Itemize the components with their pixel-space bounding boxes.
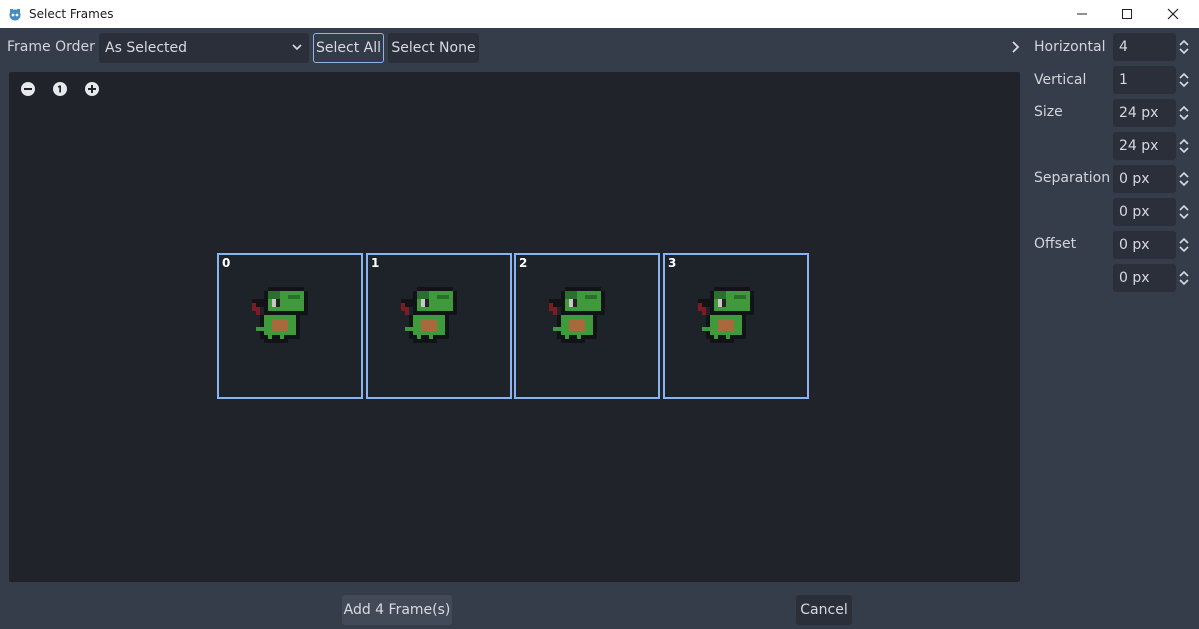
sprite-pixel xyxy=(577,335,581,339)
sprite-pixel xyxy=(417,335,421,339)
horizontal-input[interactable]: 4 xyxy=(1113,33,1176,61)
dino-sprite xyxy=(252,287,308,343)
sprite-pixel xyxy=(268,335,272,339)
maximize-icon xyxy=(1122,9,1132,19)
size-y-input[interactable]: 24 px xyxy=(1113,132,1176,160)
sprite-pixel xyxy=(565,291,577,299)
sprite-pixel xyxy=(734,295,746,299)
sprite-pixel xyxy=(417,287,453,291)
zoom-out-icon[interactable] xyxy=(20,81,36,97)
frame-index: 3 xyxy=(668,256,677,270)
horizontal-label: Horizontal xyxy=(1034,39,1106,55)
spin-arrows-icon[interactable] xyxy=(1178,269,1190,287)
sprite-pixel xyxy=(268,291,280,299)
sprite-pixel xyxy=(252,303,256,311)
zoom-reset-icon[interactable] xyxy=(52,81,68,97)
sprite-pixel xyxy=(565,287,601,291)
vertical-input[interactable]: 1 xyxy=(1113,66,1176,94)
sprite-pixel xyxy=(714,335,718,339)
sprite-pixel xyxy=(702,307,706,315)
chevron-down-icon xyxy=(292,44,302,51)
sprite-pixel xyxy=(417,291,429,299)
title-bar: Select Frames xyxy=(0,0,1199,28)
sprite-pixel xyxy=(421,319,437,331)
add-frames-button[interactable]: Add 4 Frame(s) xyxy=(342,595,452,625)
sprite-frame[interactable]: 1 xyxy=(366,253,512,399)
sprite-pixel xyxy=(714,291,726,299)
offset-x-input[interactable]: 0 px xyxy=(1113,231,1176,259)
sprite-pixel xyxy=(573,299,577,307)
dino-sprite xyxy=(698,287,754,343)
size-label: Size xyxy=(1034,104,1063,120)
sprite-pixel xyxy=(702,327,714,331)
sprite-pixel xyxy=(276,299,280,307)
size-x-input[interactable]: 24 px xyxy=(1113,99,1176,127)
zoom-in-icon[interactable] xyxy=(84,81,100,97)
close-icon xyxy=(1167,8,1179,20)
sprite-pixel xyxy=(256,327,268,331)
sprite-frame[interactable]: 3 xyxy=(663,253,809,399)
spin-arrows-icon[interactable] xyxy=(1178,203,1190,221)
minimize-icon xyxy=(1077,13,1087,15)
sprite-pixel xyxy=(553,327,565,331)
sprite-pixel xyxy=(722,299,726,307)
frame-index: 2 xyxy=(519,256,528,270)
sprite-pixel xyxy=(425,299,429,307)
sprite-pixel xyxy=(268,287,304,291)
maximize-button[interactable] xyxy=(1104,0,1150,28)
select-all-button[interactable]: Select All xyxy=(313,33,384,63)
offset-y-input[interactable]: 0 px xyxy=(1113,264,1176,292)
dino-sprite xyxy=(549,287,605,343)
spin-arrows-icon[interactable] xyxy=(1178,38,1190,56)
sprite-pixel xyxy=(585,295,597,299)
sprite-pixel xyxy=(561,335,585,343)
godot-icon xyxy=(9,9,21,21)
sprite-pixel xyxy=(698,303,702,311)
sprite-pixel xyxy=(405,307,409,315)
separation-label: Separation xyxy=(1034,170,1111,186)
spin-arrows-icon[interactable] xyxy=(1178,137,1190,155)
sprite-frame[interactable]: 0 xyxy=(217,253,363,399)
sprite-pixel xyxy=(401,303,405,311)
sprite-pixel xyxy=(288,295,300,299)
sprite-pixel xyxy=(437,295,449,299)
cancel-button[interactable]: Cancel xyxy=(796,595,852,625)
close-button[interactable] xyxy=(1150,0,1196,28)
vertical-label: Vertical xyxy=(1034,72,1087,88)
sprite-pixel xyxy=(710,335,734,343)
sprite-pixel xyxy=(272,319,288,331)
sprite-pixel xyxy=(726,335,730,339)
texture-canvas[interactable]: 0 1 2 3 xyxy=(9,72,1020,582)
sprite-pixel xyxy=(256,307,260,315)
frame-order-value: As Selected xyxy=(105,40,188,56)
frame-order-dropdown[interactable]: As Selected xyxy=(99,33,309,63)
select-none-button[interactable]: Select None xyxy=(388,33,479,63)
frame-index: 1 xyxy=(371,256,380,270)
chevron-right-icon[interactable] xyxy=(1009,39,1021,55)
frame-order-label: Frame Order xyxy=(7,39,95,55)
sprite-pixel xyxy=(405,327,417,331)
sprite-pixel xyxy=(413,335,437,343)
separation-x-input[interactable]: 0 px xyxy=(1113,165,1176,193)
window-title: Select Frames xyxy=(29,7,114,21)
offset-label: Offset xyxy=(1034,236,1077,252)
spin-arrows-icon[interactable] xyxy=(1178,170,1190,188)
sprite-pixel xyxy=(264,335,288,343)
spin-arrows-icon[interactable] xyxy=(1178,71,1190,89)
sprite-frame[interactable]: 2 xyxy=(514,253,660,399)
spin-arrows-icon[interactable] xyxy=(1178,104,1190,122)
sprite-pixel xyxy=(280,335,284,339)
minimize-button[interactable] xyxy=(1059,0,1105,28)
sprite-pixel xyxy=(714,287,750,291)
separation-y-input[interactable]: 0 px xyxy=(1113,198,1176,226)
sprite-pixel xyxy=(553,307,557,315)
dino-sprite xyxy=(401,287,457,343)
spin-arrows-icon[interactable] xyxy=(1178,236,1190,254)
frame-index: 0 xyxy=(222,256,231,270)
sprite-pixel xyxy=(429,335,433,339)
sprite-pixel xyxy=(718,319,734,331)
sprite-pixel xyxy=(565,335,569,339)
sprite-pixel xyxy=(569,319,585,331)
sprite-pixel xyxy=(549,303,553,311)
